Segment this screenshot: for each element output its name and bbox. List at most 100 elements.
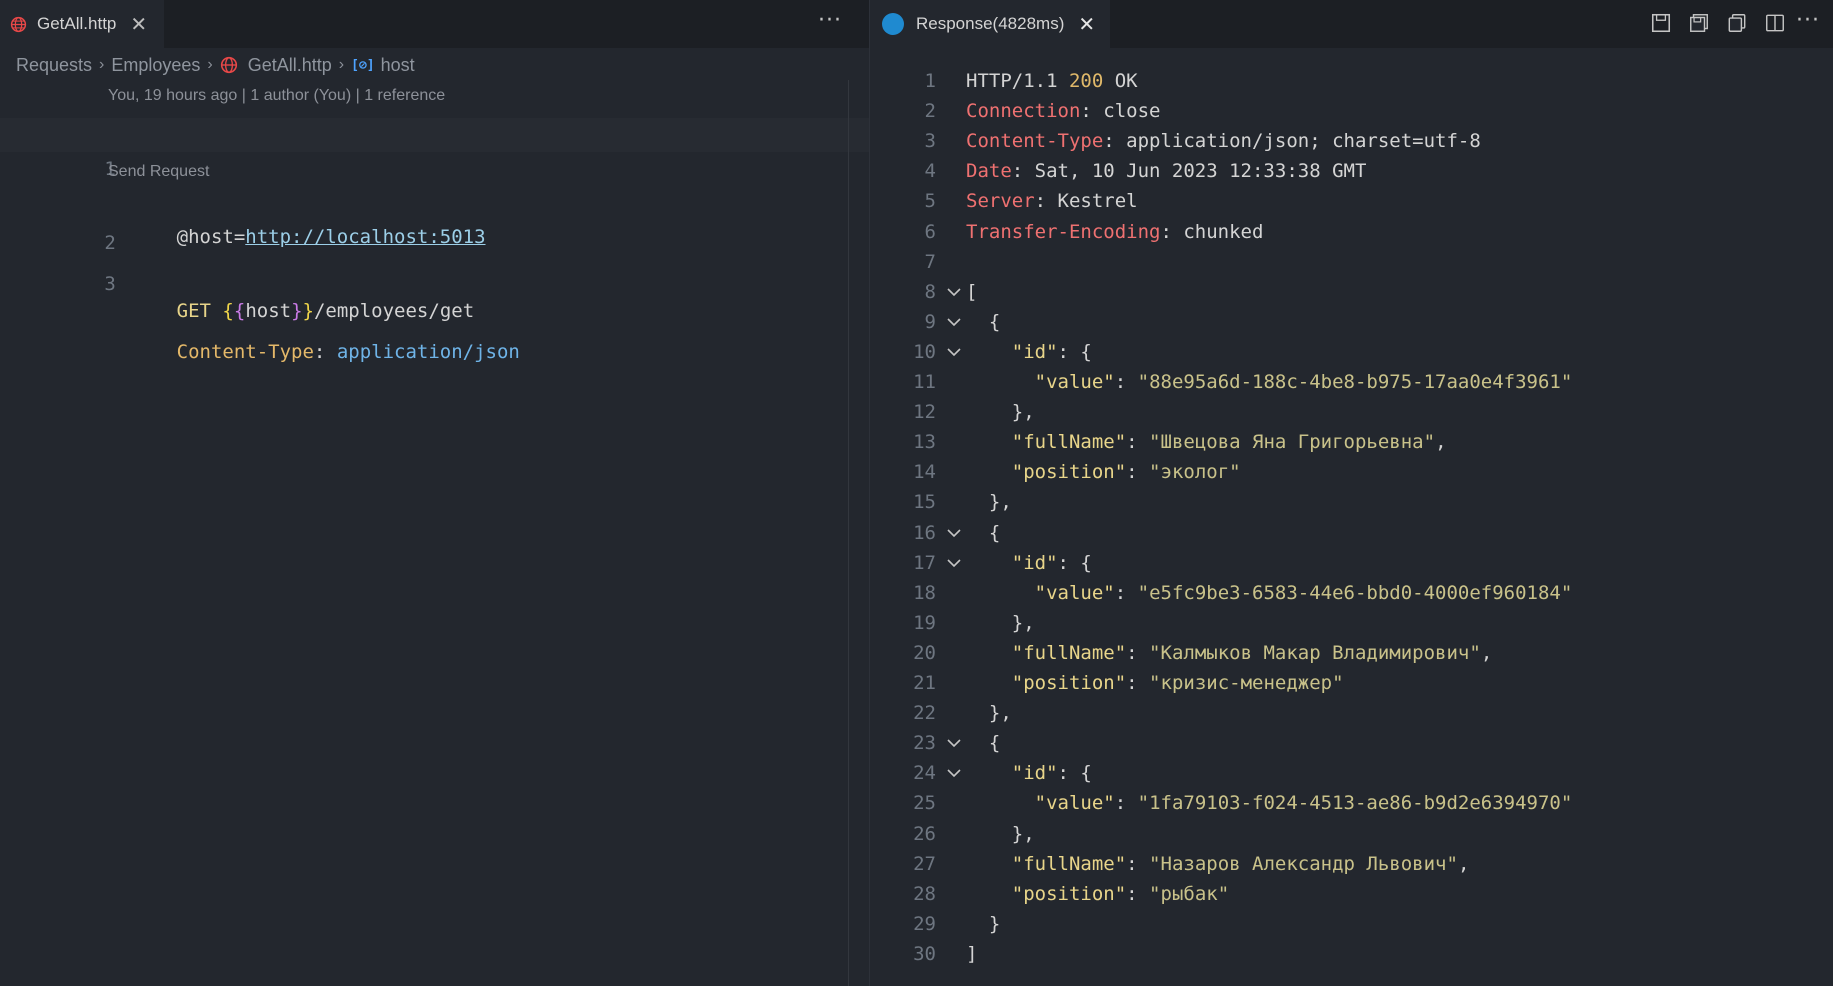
response-line[interactable]: 22 }, [870,698,1833,728]
json-punct: { [966,732,1001,755]
response-line[interactable]: 16 { [870,518,1833,548]
chevron-down-icon[interactable] [944,307,964,337]
json-string-fullname: Назаров Александр Львович [1160,852,1447,875]
response-line[interactable]: 27 "fullName": "Назаров Александр Львови… [870,849,1833,879]
response-line[interactable]: 15 }, [870,487,1833,517]
json-punct: }, [966,611,1035,634]
vertical-scrollbar-track[interactable] [848,80,849,986]
response-line[interactable]: 17 "id": { [870,548,1833,578]
response-line[interactable]: 14 "position": "эколог" [870,457,1833,487]
line-number: 25 [913,792,936,815]
close-icon[interactable]: ✕ [1078,12,1095,36]
status-text: OK [1103,70,1138,92]
json-punct: : [1126,461,1150,484]
json-key: "position" [966,672,1127,694]
response-line[interactable]: 13 "fullName": "Швецова Яна Григорьевна"… [870,427,1833,457]
tab-response[interactable]: Response(4828ms) ✕ [870,0,1110,48]
json-punct: ] [966,942,978,965]
breadcrumb-host[interactable]: host [381,55,415,76]
code-line-2[interactable]: 2 GET {{host}}/employees/get [0,192,869,322]
globe-icon [220,56,237,74]
json-quote: " [1137,581,1150,604]
json-quote: " [1229,461,1241,484]
response-line[interactable]: 18 "value": "e5fc9be3-6583-44e6-bbd0-400… [870,578,1833,608]
chevron-right-icon: › [99,56,105,73]
line-number: 4 [924,160,936,183]
response-line[interactable]: 3 Content-Type: application/json; charset… [870,126,1833,156]
breadcrumb-file[interactable]: GetAll.http [248,55,332,76]
response-line[interactable]: 6 Transfer-Encoding: chunked [870,217,1833,247]
response-line[interactable]: 2 Connection: close [870,96,1833,126]
json-punct: : [1114,371,1138,393]
line-number: 13 [913,431,936,454]
response-line[interactable]: 20 "fullName": "Калмыков Макар Владимиро… [870,638,1833,668]
json-punct: : { [1057,762,1092,785]
json-quote: " [1149,641,1161,664]
json-key: "id" [966,762,1058,785]
chevron-down-icon[interactable] [944,518,964,548]
header-value: application/json [336,341,520,363]
response-badge-icon [882,13,904,35]
header-colon: : [1160,220,1184,243]
tab-getall-http[interactable]: GetAll.http ✕ [0,0,164,48]
chevron-down-icon[interactable] [944,337,964,367]
response-line[interactable]: 29 } [870,909,1833,939]
chevron-down-icon[interactable] [944,728,964,758]
git-blame-codelens[interactable]: You, 19 hours ago | 1 author (You) | 1 r… [108,87,445,105]
response-line[interactable]: 19 }, [870,608,1833,638]
json-quote: " [1149,882,1161,905]
save-icon[interactable] [1650,12,1672,34]
breadcrumb-requests[interactable]: Requests [16,55,92,76]
line-number: 28 [913,882,936,905]
response-line[interactable]: 28 "position": "рыбак" [870,879,1833,909]
response-line[interactable]: 26 }, [870,819,1833,849]
response-line[interactable]: 30] [870,939,1833,969]
split-editor-icon[interactable] [1764,12,1786,34]
copy-icon[interactable] [1726,12,1748,34]
save-body-icon[interactable] [1688,12,1710,34]
json-punct: : [1126,431,1150,454]
response-line[interactable]: 8[ [870,277,1833,307]
response-line[interactable]: 23 { [870,728,1833,758]
response-line[interactable]: 1 HTTP/1.1 200 OK [870,66,1833,96]
more-actions-icon[interactable]: ··· [818,8,842,33]
json-punct: }, [966,491,1012,514]
response-line[interactable]: 9 { [870,307,1833,337]
code-line-3[interactable]: 3 Content-Type: application/json [0,233,869,363]
json-key: "value" [966,371,1115,393]
response-line[interactable]: 12 }, [870,397,1833,427]
chevron-down-icon[interactable] [944,548,964,578]
response-line[interactable]: 4 Date: Sat, 10 Jun 2023 12:33:38 GMT [870,156,1833,186]
json-punct: }, [966,702,1012,725]
response-line[interactable]: 5 Server: Kestrel [870,186,1833,216]
header-colon: : [1011,160,1035,183]
response-line[interactable]: 24 "id": { [870,758,1833,788]
json-punct: } [966,912,1001,935]
send-request-codelens[interactable]: Send Request [108,163,209,181]
code-line-1[interactable]: 1 @host=http://localhost:5013 [0,118,869,248]
line-number: 2 [924,100,936,123]
line-number: 22 [913,702,936,725]
json-punct: : [1114,581,1138,604]
chevron-right-icon: › [338,56,345,73]
json-key: "value" [966,581,1115,604]
response-line[interactable]: 21 "position": "кризис-менеджер" [870,668,1833,698]
more-actions-icon[interactable]: ··· [1796,8,1820,33]
line-number: 16 [913,521,936,544]
json-quote: " [1446,852,1458,875]
close-icon[interactable]: ✕ [130,12,147,36]
response-line[interactable]: 7 [870,247,1833,277]
json-string-fullname: Калмыков Макар Владимирович [1160,641,1470,664]
json-punct: : [1126,641,1150,664]
chevron-down-icon[interactable] [944,758,964,788]
json-quote: " [1149,431,1161,454]
breadcrumb-employees[interactable]: Employees [111,55,200,76]
response-line[interactable]: 11 "value": "88e95a6d-188c-4be8-b975-17a… [870,367,1833,397]
header-key: Content-Type [176,341,314,363]
response-line[interactable]: 10 "id": { [870,337,1833,367]
response-line[interactable]: 25 "value": "1fa79103-f024-4513-ae86-b9d… [870,788,1833,818]
response-header-value: close [1103,100,1161,123]
line-number: 10 [913,340,936,363]
chevron-down-icon[interactable] [944,277,964,307]
json-key: "position" [966,461,1127,484]
